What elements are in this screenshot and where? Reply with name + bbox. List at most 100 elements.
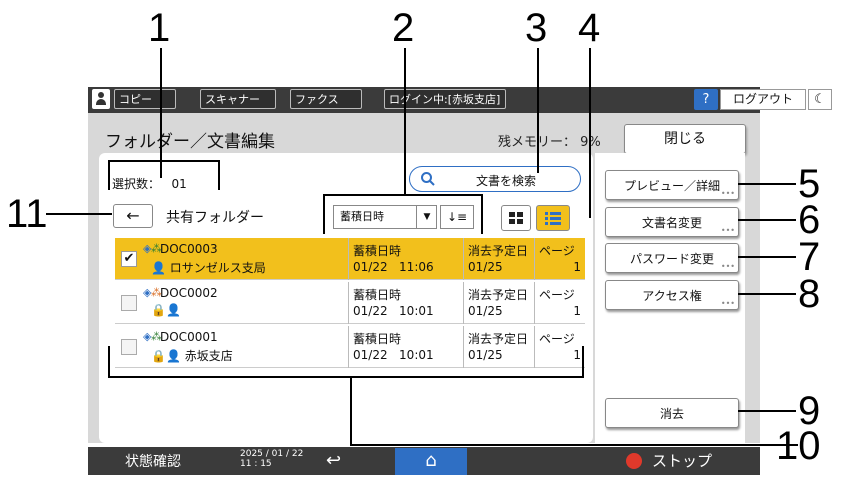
- delete-column: 消去予定日 01/25: [463, 282, 528, 324]
- row-checkbox[interactable]: ✔: [121, 251, 137, 267]
- list-view-button[interactable]: [536, 205, 570, 231]
- callout-line-6: [738, 219, 796, 221]
- back-button[interactable]: ←: [113, 204, 153, 228]
- delete-button[interactable]: 消去: [605, 398, 739, 428]
- moon-icon[interactable]: ☾: [808, 89, 832, 110]
- selection-value: 01: [171, 177, 187, 191]
- pages-column: ページ 1: [534, 238, 585, 280]
- callout-1: 1: [148, 6, 171, 50]
- stored-date: 01/22: [353, 304, 388, 318]
- sort-select[interactable]: 蓄積日時 ▼: [333, 205, 437, 229]
- callout-line-5: [738, 183, 796, 185]
- pages-header: ページ: [539, 288, 575, 302]
- delete-date: 01/25: [468, 348, 503, 362]
- home-button[interactable]: ⌂: [395, 448, 467, 475]
- more-icon: •••: [720, 299, 735, 308]
- search-icon: [421, 172, 435, 186]
- help-button[interactable]: ?: [694, 89, 718, 110]
- stored-time: 11:06: [399, 260, 434, 274]
- stored-datetime: 01/22 11:06: [353, 260, 434, 274]
- close-button[interactable]: 閉じる: [624, 124, 746, 154]
- delete-label: 消去: [659, 407, 684, 421]
- delete-column: 消去予定日 01/25: [463, 238, 528, 280]
- callout-line-4: [589, 48, 591, 218]
- pages-header: ページ: [539, 332, 575, 346]
- document-row[interactable]: ◈ ⁂ DOC0002 🔒👤 蓄積日時 01/22 10:01 消去予定日 01…: [115, 282, 585, 324]
- stored-header: 蓄積日時: [353, 244, 402, 258]
- more-icon: •••: [720, 189, 735, 198]
- lock-owner-icons: 🔒👤 赤坂支店: [151, 349, 233, 363]
- user-icon[interactable]: [92, 89, 110, 109]
- delete-date: 01/25: [468, 304, 503, 318]
- callout-line-1: [160, 48, 162, 178]
- stored-header: 蓄積日時: [353, 332, 402, 346]
- callout-bracket-2: [481, 194, 483, 234]
- rename-label: 文書名変更: [641, 216, 702, 230]
- tab-scanner[interactable]: スキャナー: [200, 89, 276, 109]
- callout-line-10: [350, 376, 352, 446]
- status-check-button[interactable]: 状態確認: [125, 451, 181, 471]
- callout-line-2: [404, 48, 406, 194]
- lock-owner-icons: 🔒👤: [151, 303, 181, 317]
- pages-count: 1: [573, 304, 581, 318]
- delete-header: 消去予定日: [468, 332, 529, 346]
- change-password-button[interactable]: パスワード変更 •••: [605, 243, 739, 273]
- rename-button[interactable]: 文書名変更 •••: [605, 207, 739, 237]
- callout-bracket-2: [323, 194, 483, 196]
- callout-bracket-1: [108, 160, 110, 190]
- logout-button[interactable]: ログアウト: [720, 89, 806, 110]
- callout-7: 7: [798, 235, 821, 279]
- pages-column: ページ 1: [534, 326, 585, 368]
- delete-header: 消去予定日: [468, 288, 529, 302]
- preview-label: プレビュー／詳細: [623, 179, 720, 193]
- callout-line-8: [738, 293, 796, 295]
- document-name: DOC0002: [160, 286, 218, 300]
- callout-line-9: [738, 410, 796, 412]
- row-checkbox[interactable]: [121, 295, 137, 311]
- clock-time: 11 : 15: [240, 459, 272, 469]
- stored-datetime: 01/22 10:01: [353, 304, 434, 318]
- callout-10: 10: [776, 424, 821, 468]
- pages-count: 1: [573, 260, 581, 274]
- document-row[interactable]: ✔ ◈ ⁂ DOC0003 👤 ロサンゼルス支局 蓄積日時 01/22 11:0…: [115, 238, 585, 280]
- top-bar: コピー スキャナー ファクス ログイン中:[赤坂支店] ? ログアウト ☾: [88, 87, 832, 113]
- document-name: DOC0001: [160, 330, 218, 344]
- tab-copy[interactable]: コピー: [114, 89, 176, 109]
- document-name: DOC0003: [160, 242, 218, 256]
- stored-header: 蓄積日時: [353, 288, 402, 302]
- stored-time: 10:01: [399, 304, 434, 318]
- access-rights-button[interactable]: アクセス権 •••: [605, 280, 739, 310]
- preview-details-button[interactable]: プレビュー／詳細 •••: [605, 170, 739, 200]
- pages-header: ページ: [539, 244, 575, 258]
- callout-line-10: [350, 444, 798, 446]
- pages-column: ページ 1: [534, 282, 585, 324]
- sort-selected-value: 蓄積日時: [340, 210, 384, 223]
- callout-bracket-1: [218, 160, 220, 190]
- stop-icon: [626, 453, 642, 469]
- callout-bracket-10: [582, 346, 584, 378]
- stored-time: 10:01: [399, 348, 434, 362]
- row-checkbox[interactable]: [121, 339, 137, 355]
- more-icon: •••: [720, 226, 735, 235]
- stop-button[interactable]: ストップ: [652, 450, 712, 471]
- callout-line-11: [46, 213, 112, 215]
- stored-datetime: 01/22 10:01: [353, 348, 434, 362]
- login-status: ログイン中:[赤坂支店]: [384, 89, 506, 109]
- stored-column: 蓄積日時 01/22 10:01: [348, 326, 434, 368]
- callout-bracket-10: [108, 346, 110, 378]
- owner-label: 赤坂支店: [184, 349, 233, 363]
- return-icon[interactable]: ↩: [326, 450, 341, 471]
- callout-line-7: [738, 256, 796, 258]
- selection-label: 選択数：: [112, 177, 161, 191]
- stored-date: 01/22: [353, 348, 388, 362]
- tab-fax[interactable]: ファクス: [290, 89, 362, 109]
- callout-bracket-2: [323, 194, 325, 234]
- document-row[interactable]: ◈ ⁂ DOC0001 🔒👤 赤坂支店 蓄積日時 01/22 10:01 消去予…: [115, 326, 585, 368]
- grid-view-button[interactable]: [501, 205, 531, 231]
- owner-label: ロサンゼルス支局: [169, 261, 266, 275]
- callout-11: 11: [6, 192, 48, 236]
- search-button[interactable]: 文書を検索: [409, 166, 581, 192]
- callout-8: 8: [798, 272, 821, 316]
- callout-6: 6: [798, 198, 821, 242]
- sort-order-button[interactable]: ↓≡: [440, 205, 474, 229]
